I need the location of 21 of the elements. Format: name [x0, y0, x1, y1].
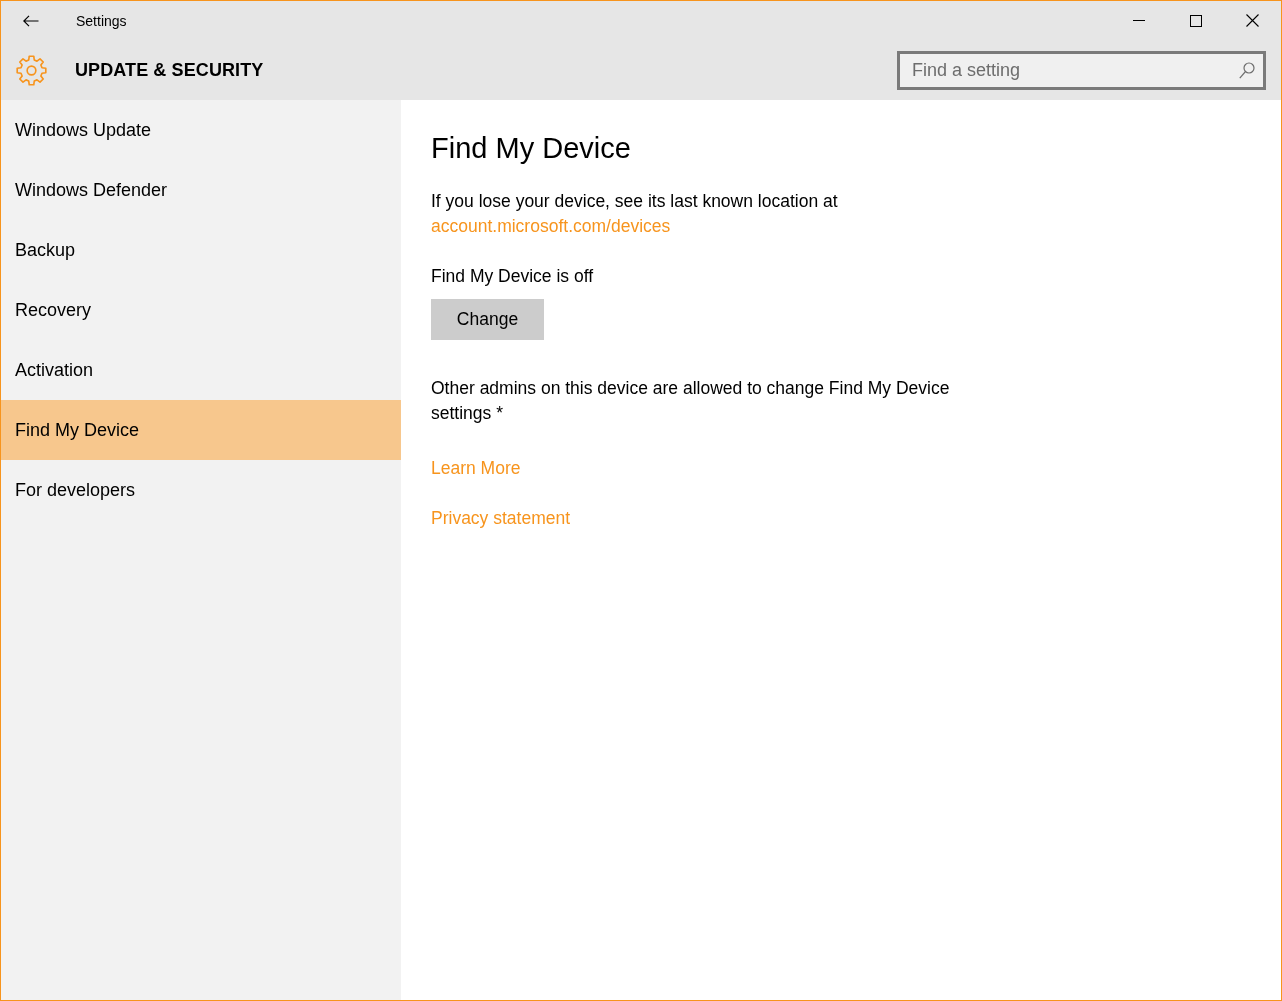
- admins-note-text: Other admins on this device are allowed to change Find My Device settings *: [431, 377, 951, 425]
- sidebar-item[interactable]: Find My Device: [1, 400, 401, 460]
- back-arrow-icon: [23, 14, 39, 27]
- sidebar-item[interactable]: Windows Defender: [1, 160, 401, 220]
- search-icon: [1239, 61, 1255, 79]
- minimize-icon: [1132, 20, 1145, 21]
- section-title: UPDATE & SECURITY: [75, 59, 264, 81]
- sidebar-item[interactable]: Activation: [1, 340, 401, 400]
- sidebar-item[interactable]: Backup: [1, 220, 401, 280]
- sidebar-item[interactable]: For developers: [1, 460, 401, 520]
- gear-icon: [16, 54, 47, 86]
- sidebar-item[interactable]: Windows Update: [1, 100, 401, 160]
- page-title: Find My Device: [431, 131, 631, 166]
- window-title: Settings: [76, 12, 127, 29]
- maximize-icon: [1189, 14, 1202, 27]
- close-icon: [1246, 14, 1259, 27]
- description-text: If you lose your device, see its last known location at: [431, 190, 838, 213]
- search-field[interactable]: Find a setting: [897, 50, 1266, 90]
- change-button[interactable]: Change: [431, 299, 544, 340]
- status-text: Find My Device is off: [431, 265, 594, 288]
- sidebar-item[interactable]: Recovery: [1, 280, 401, 340]
